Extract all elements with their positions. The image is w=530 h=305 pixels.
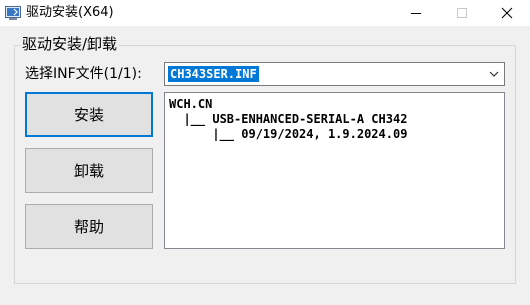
info-line-version: |__ 09/19/2024, 1.9.2024.09 (169, 127, 408, 141)
driver-info-textbox[interactable]: WCH.CN |__ USB-ENHANCED-SERIAL-A CH342 |… (164, 92, 505, 249)
groupbox-label: 驱动安装/卸载 (20, 34, 120, 54)
close-icon (501, 7, 513, 19)
info-line-device: |__ USB-ENHANCED-SERIAL-A CH342 (169, 112, 408, 126)
app-icon (5, 6, 21, 20)
install-button[interactable]: 安装 (25, 92, 153, 137)
window-title: 驱动安装(X64) (26, 5, 114, 20)
minimize-button[interactable] (393, 0, 439, 26)
minimize-icon (411, 13, 421, 14)
help-button[interactable]: 帮助 (25, 204, 153, 249)
maximize-icon (457, 8, 467, 18)
chevron-down-icon (489, 71, 499, 77)
inf-file-dropdown[interactable]: CH343SER.INF (164, 62, 505, 86)
maximize-button[interactable] (439, 0, 485, 26)
inf-file-selected-value: CH343SER.INF (168, 66, 259, 82)
uninstall-button[interactable]: 卸载 (25, 148, 153, 193)
info-line-vendor: WCH.CN (169, 97, 213, 111)
title-bar[interactable]: 驱动安装(X64) (0, 0, 530, 26)
close-button[interactable] (484, 0, 530, 26)
driver-install-window: 驱动安装(X64) 驱动安装/卸载 选择INF文件(1/1): CH343SER… (0, 0, 530, 305)
inf-select-label: 选择INF文件(1/1): (25, 66, 142, 82)
